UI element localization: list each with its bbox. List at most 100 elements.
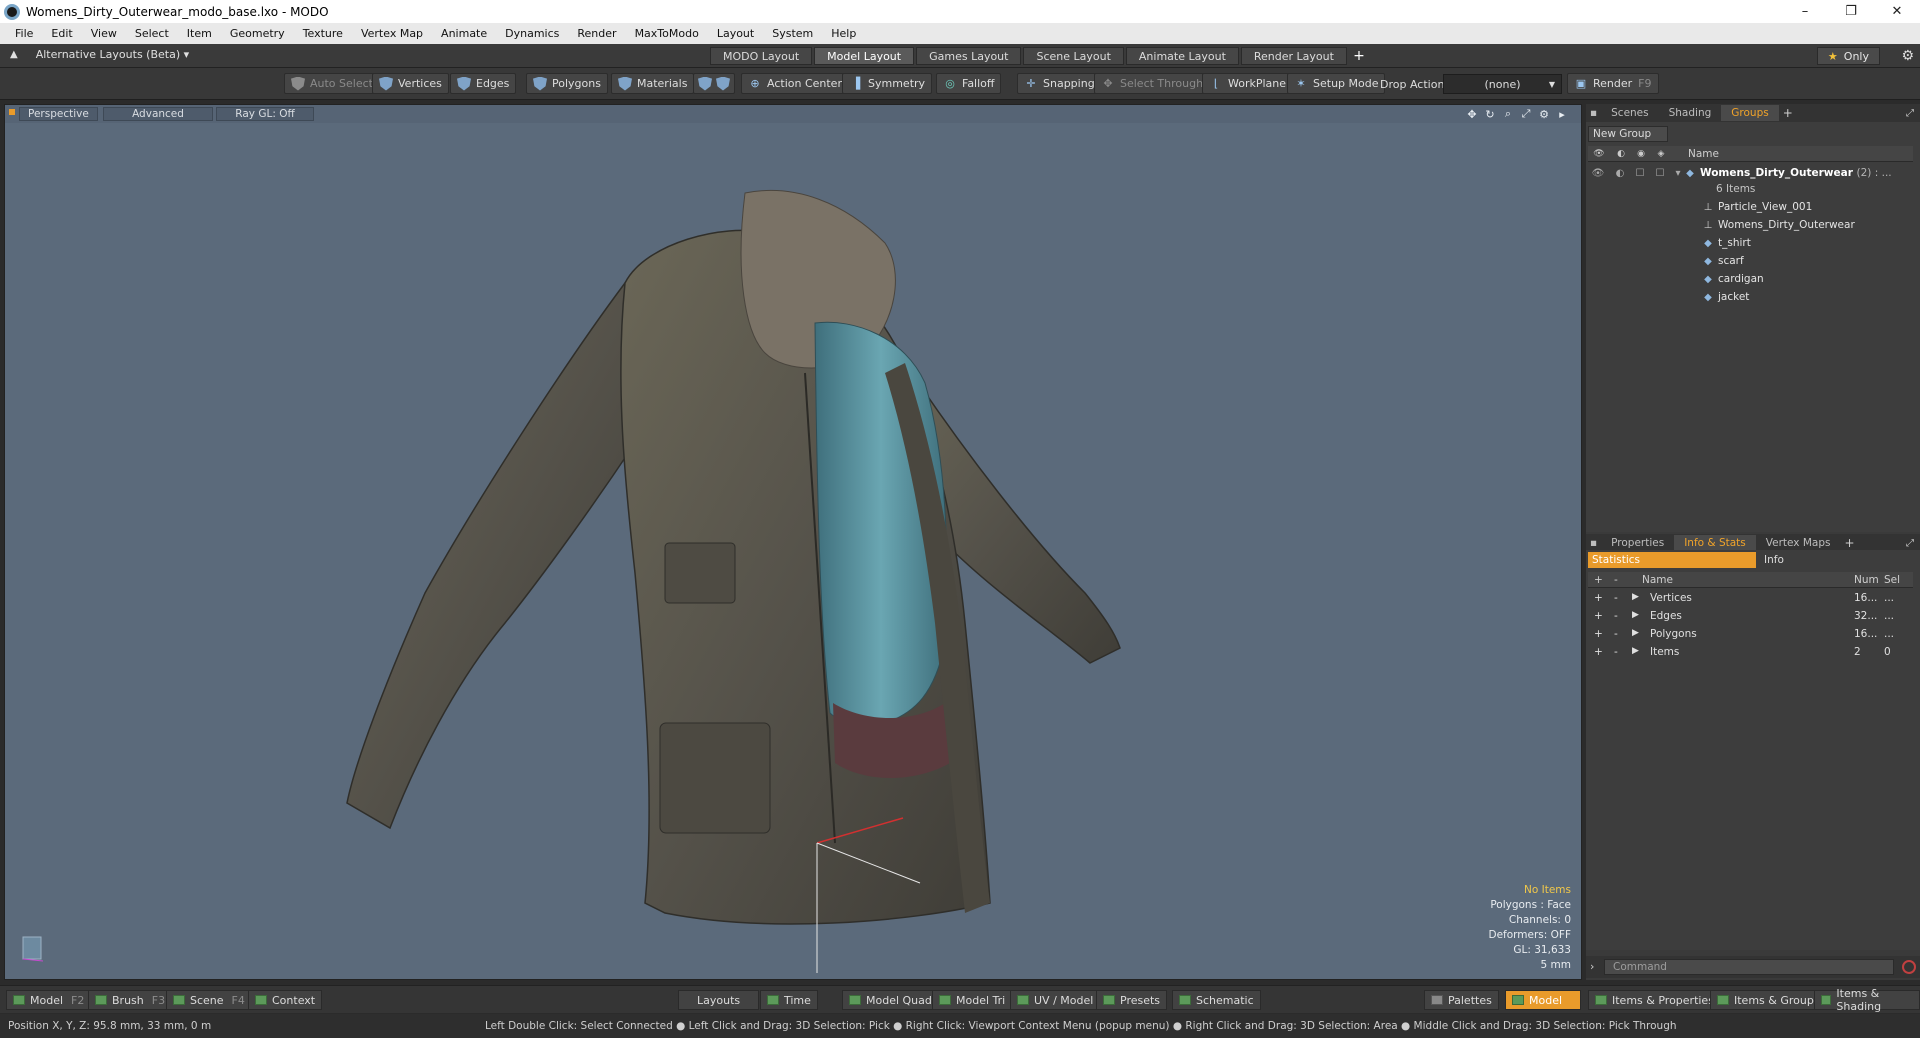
expand-triangle-icon[interactable]: ▶ bbox=[1632, 646, 1639, 656]
selection-set-buttons[interactable] bbox=[693, 73, 735, 94]
tab-info-stats[interactable]: Info & Stats bbox=[1674, 535, 1756, 551]
stats-sel-header[interactable]: Sel bbox=[1884, 574, 1900, 586]
add-icon[interactable]: + bbox=[1594, 628, 1603, 640]
model-button[interactable]: Model F2 bbox=[6, 990, 92, 1010]
checkbox-icon[interactable]: ☐ bbox=[1634, 167, 1646, 179]
alternative-layouts-dropdown[interactable]: ▲ Alternative Layouts (Beta) ▾ bbox=[10, 48, 189, 61]
panel-menu-icon[interactable]: ▪ bbox=[1586, 535, 1601, 551]
stats-name-header[interactable]: Name bbox=[1642, 574, 1673, 586]
record-icon[interactable] bbox=[1902, 960, 1916, 974]
setup-mode-button[interactable]: ✶ Setup Mode bbox=[1287, 73, 1386, 94]
expand-triangle-icon[interactable]: ▶ bbox=[1632, 592, 1639, 602]
ray-gl-button[interactable]: Ray GL: Off bbox=[216, 107, 314, 121]
tab-shading[interactable]: Shading bbox=[1659, 105, 1722, 121]
brush-button[interactable]: Brush F3 bbox=[88, 990, 173, 1010]
gear-icon[interactable]: ⚙ bbox=[1901, 48, 1914, 64]
zoom-icon[interactable]: ⌕ bbox=[1499, 107, 1517, 121]
select-through-button[interactable]: ✥ Select Through bbox=[1094, 73, 1211, 94]
menu-vertex-map[interactable]: Vertex Map bbox=[352, 27, 432, 40]
panel-menu-icon[interactable]: ▪ bbox=[1586, 105, 1601, 121]
play-icon[interactable]: ▸ bbox=[1553, 107, 1571, 121]
stats-row-items[interactable]: + - ▶ Items 2 0 bbox=[1588, 644, 1913, 662]
tab-properties[interactable]: Properties bbox=[1601, 535, 1674, 551]
tab-scene-layout[interactable]: Scene Layout bbox=[1023, 47, 1124, 65]
add-icon[interactable]: + bbox=[1594, 592, 1603, 604]
rotate-icon[interactable]: ↻ bbox=[1481, 107, 1499, 121]
palettes-button[interactable]: Palettes bbox=[1424, 990, 1499, 1010]
menu-system[interactable]: System bbox=[763, 27, 822, 40]
model-layout-active-button[interactable]: Model bbox=[1505, 990, 1581, 1010]
tab-render-layout[interactable]: Render Layout bbox=[1240, 47, 1347, 65]
name-column-header[interactable]: Name bbox=[1688, 148, 1719, 160]
3d-viewport[interactable]: Perspective Advanced Ray GL: Off ✥ ↻ ⌕ ⤢… bbox=[4, 104, 1582, 980]
group-item-row[interactable]: ⊥ Particle_View_001 bbox=[1588, 198, 1913, 216]
add-icon[interactable]: + bbox=[1594, 646, 1603, 658]
expand-panel-icon[interactable]: ⤢ bbox=[1906, 538, 1914, 549]
close-button[interactable]: ✕ bbox=[1874, 0, 1920, 23]
model-tri-button[interactable]: Model Tri bbox=[932, 990, 1013, 1010]
remove-icon[interactable]: - bbox=[1614, 592, 1618, 604]
tab-model-layout[interactable]: Model Layout bbox=[814, 47, 915, 65]
materials-button[interactable]: Materials bbox=[611, 73, 695, 94]
lock-col-icon[interactable]: ◐ bbox=[1614, 148, 1628, 160]
menu-layout[interactable]: Layout bbox=[708, 27, 763, 40]
stats-num-header[interactable]: Num bbox=[1854, 574, 1879, 586]
menu-geometry[interactable]: Geometry bbox=[221, 27, 294, 40]
fit-icon[interactable]: ⤢ bbox=[1517, 107, 1535, 121]
vertices-button[interactable]: Vertices bbox=[372, 73, 449, 94]
maximize-button[interactable]: ❐ bbox=[1828, 0, 1874, 23]
menu-maxtomodo[interactable]: MaxToModo bbox=[626, 27, 708, 40]
remove-icon[interactable]: - bbox=[1614, 628, 1618, 640]
drop-action-select[interactable]: (none) ▼ bbox=[1443, 74, 1562, 94]
menu-animate[interactable]: Animate bbox=[432, 27, 496, 40]
snapping-button[interactable]: ✛ Snapping bbox=[1017, 73, 1102, 94]
group-item-row[interactable]: ◆ scarf bbox=[1588, 252, 1913, 270]
statistics-tab[interactable]: Statistics bbox=[1588, 552, 1756, 568]
add-tab-icon[interactable]: + bbox=[1779, 106, 1797, 120]
perspective-button[interactable]: Perspective bbox=[19, 107, 98, 121]
collapse-up-icon[interactable]: ▲ bbox=[10, 49, 18, 60]
visibility-col-icon[interactable]: 👁 bbox=[1592, 148, 1606, 160]
tab-animate-layout[interactable]: Animate Layout bbox=[1125, 47, 1239, 65]
render-button[interactable]: ▣ Render F9 bbox=[1567, 73, 1659, 94]
remove-col-icon[interactable]: - bbox=[1614, 574, 1618, 586]
expand-triangle-icon[interactable]: ▾ bbox=[1672, 167, 1684, 179]
items-groups-button[interactable]: Items & Groups bbox=[1710, 990, 1827, 1010]
stats-row-edges[interactable]: + - ▶ Edges 32... ... bbox=[1588, 608, 1913, 626]
menu-file[interactable]: File bbox=[6, 27, 42, 40]
info-tab[interactable]: Info bbox=[1756, 552, 1784, 568]
schematic-button[interactable]: Schematic bbox=[1172, 990, 1261, 1010]
viewport-gear-icon[interactable]: ⚙ bbox=[1535, 107, 1553, 121]
only-toggle-button[interactable]: ★ Only bbox=[1816, 47, 1880, 65]
viewport-menu-icon[interactable] bbox=[9, 109, 15, 115]
tab-vertex-maps[interactable]: Vertex Maps bbox=[1756, 535, 1841, 551]
menu-view[interactable]: View bbox=[82, 27, 126, 40]
layouts-button[interactable]: Layouts bbox=[678, 990, 760, 1010]
expand-panel-icon[interactable]: ⤢ bbox=[1906, 108, 1914, 119]
expand-triangle-icon[interactable]: ▶ bbox=[1632, 628, 1639, 638]
select-col-icon[interactable]: ◈ bbox=[1654, 148, 1668, 160]
context-button[interactable]: Context bbox=[248, 990, 323, 1010]
model-quad-button[interactable]: Model Quad bbox=[842, 990, 939, 1010]
add-icon[interactable]: + bbox=[1594, 610, 1603, 622]
workplane-button[interactable]: ⌊ WorkPlane bbox=[1202, 73, 1294, 94]
orientation-cube-icon[interactable] bbox=[21, 933, 45, 963]
advanced-button[interactable]: Advanced bbox=[103, 107, 213, 121]
menu-texture[interactable]: Texture bbox=[294, 27, 352, 40]
symmetry-button[interactable]: ▐ Symmetry bbox=[842, 73, 933, 94]
eye-icon[interactable]: 👁 bbox=[1592, 167, 1605, 179]
auto-select-button[interactable]: Auto Select bbox=[284, 73, 380, 94]
items-shading-button[interactable]: Items & Shading bbox=[1814, 987, 1920, 1013]
group-item-row[interactable]: ◆ t_shirt bbox=[1588, 234, 1913, 252]
action-center-button[interactable]: ⊕ Action Center bbox=[741, 73, 849, 94]
new-group-button[interactable]: New Group bbox=[1588, 126, 1668, 142]
group-item-row[interactable]: ◆ jacket bbox=[1588, 288, 1913, 306]
menu-dynamics[interactable]: Dynamics bbox=[496, 27, 568, 40]
stats-row-vertices[interactable]: + - ▶ Vertices 16... ... bbox=[1588, 590, 1913, 608]
checkbox-icon[interactable]: ☐ bbox=[1654, 167, 1666, 179]
render-col-icon[interactable]: ◉ bbox=[1634, 148, 1648, 160]
menu-item[interactable]: Item bbox=[178, 27, 221, 40]
command-input[interactable]: Command bbox=[1604, 959, 1894, 975]
uv-model-button[interactable]: UV / Model bbox=[1010, 990, 1101, 1010]
add-col-icon[interactable]: + bbox=[1594, 574, 1603, 586]
